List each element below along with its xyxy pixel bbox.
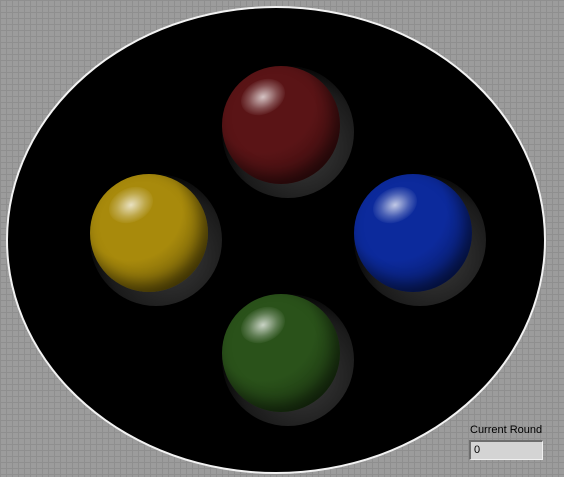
red-button[interactable] (222, 66, 340, 184)
highlight (102, 179, 160, 231)
highlight (234, 71, 292, 123)
blue-button-well (354, 174, 486, 306)
blue-button[interactable] (354, 174, 472, 292)
red-button-well (222, 66, 354, 198)
highlight (234, 299, 292, 351)
green-button[interactable] (222, 294, 340, 412)
yellow-button[interactable] (90, 174, 208, 292)
game-board (8, 8, 544, 472)
highlight (366, 179, 424, 231)
yellow-button-well (90, 174, 222, 306)
green-button-well (222, 294, 354, 426)
current-round-value[interactable]: 0 (469, 440, 543, 460)
current-round-label: Current Round (470, 424, 543, 436)
